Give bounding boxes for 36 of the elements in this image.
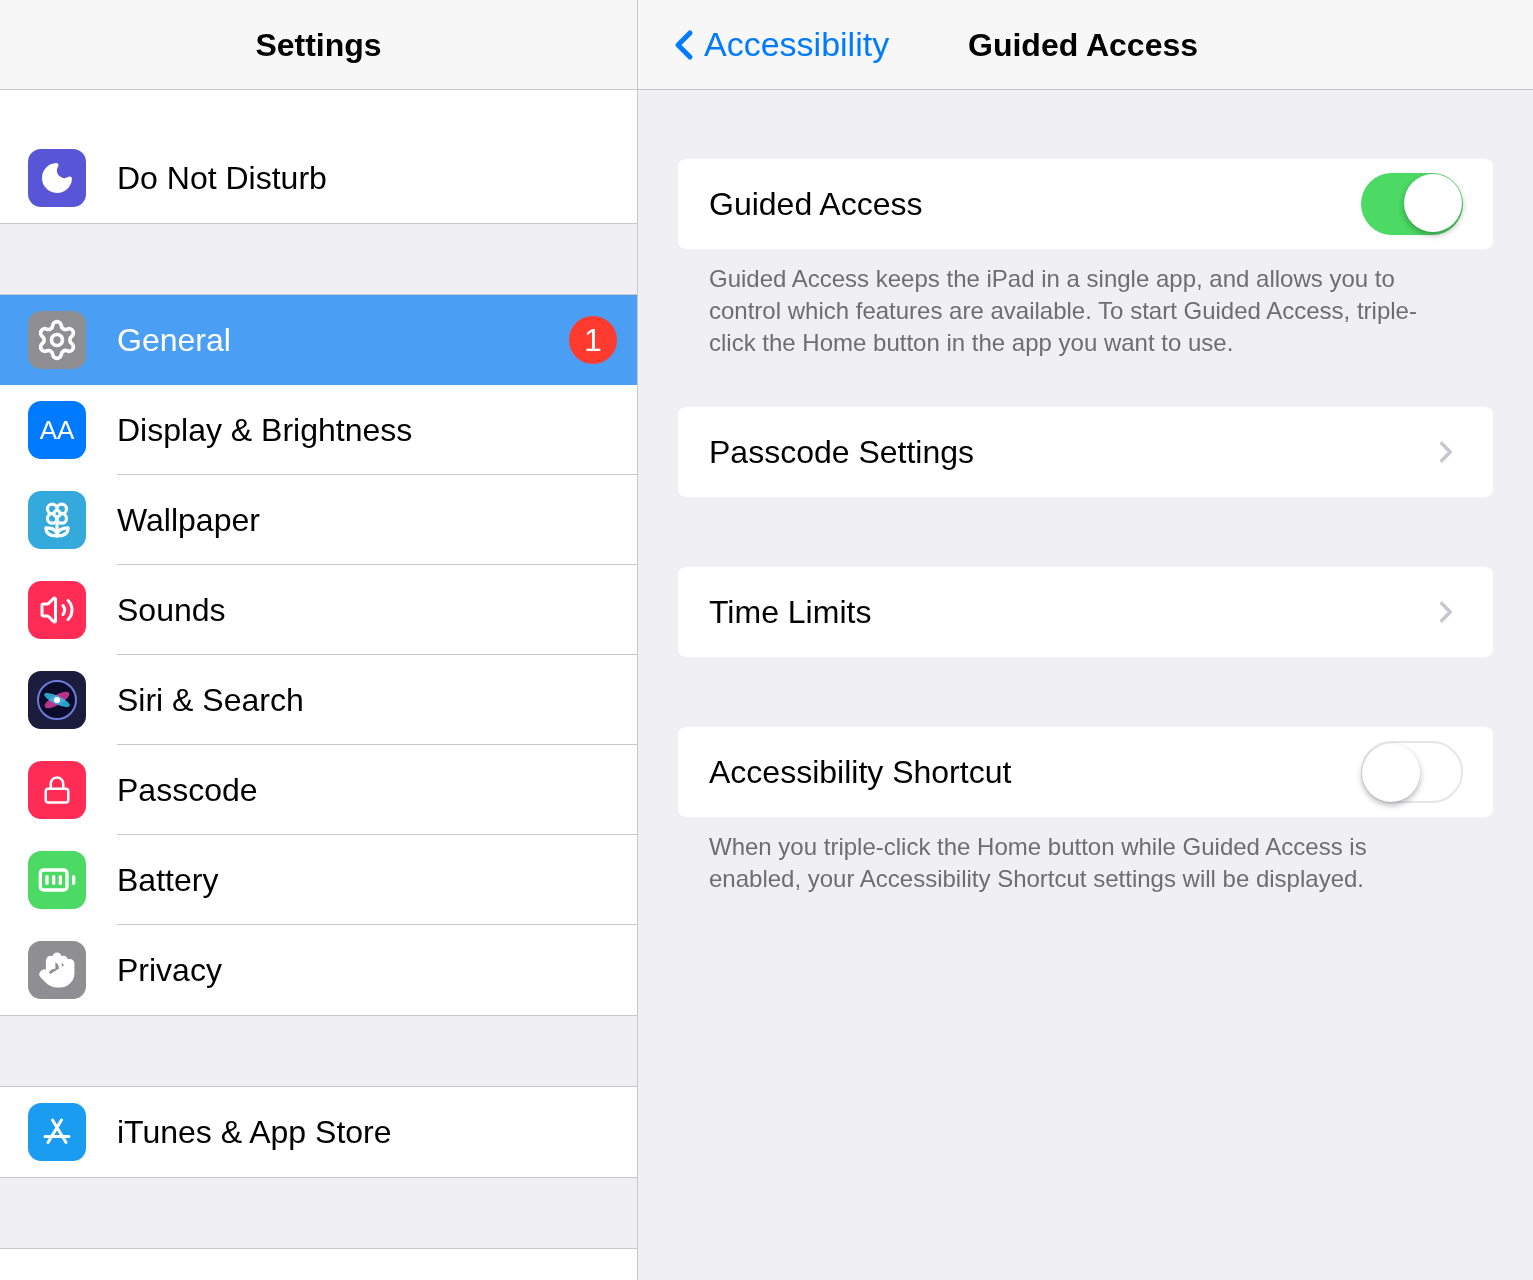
settings-card[interactable]: Time Limits <box>678 567 1493 657</box>
sidebar-title: Settings <box>255 25 382 65</box>
row-label: Passcode <box>117 770 259 810</box>
toggle-switch[interactable] <box>1361 173 1463 235</box>
settings-row[interactable]: Siri & Search <box>0 655 637 745</box>
row-label: Sounds <box>117 590 227 630</box>
settings-row[interactable]: Wallpaper <box>0 475 637 565</box>
section-footer: Guided Access keeps the iPad in a single app, and allows you to control which features are available. To start Guided Access, triple-click the Home button in the app you want to use. <box>678 249 1493 359</box>
row-label: Display & Brightness <box>117 410 414 450</box>
settings-row[interactable]: Sounds <box>0 565 637 655</box>
row-label: Privacy <box>117 951 223 990</box>
settings-card[interactable]: Accessibility Shortcut <box>678 727 1493 817</box>
row-label: iTunes & App Store <box>117 1113 393 1152</box>
settings-row[interactable]: Passcode <box>0 745 637 835</box>
settings-row[interactable]: General 1 <box>0 295 637 385</box>
text-size-icon: AA <box>28 401 86 459</box>
row-label: General <box>117 321 232 360</box>
notification-badge: 1 <box>569 316 617 364</box>
settings-row[interactable]: Battery <box>0 835 637 925</box>
settings-row[interactable]: AA Display & Brightness <box>0 385 637 475</box>
settings-row[interactable]: Privacy <box>0 925 637 1015</box>
settings-row[interactable]: iTunes & App Store <box>0 1087 637 1177</box>
settings-card[interactable]: Passcode Settings <box>678 407 1493 497</box>
row-label: Passcode Settings <box>709 433 976 472</box>
row-label: Accessibility Shortcut <box>709 753 1013 792</box>
back-button[interactable]: Accessibility <box>660 19 890 70</box>
page-title: Guided Access <box>968 25 1198 65</box>
row-label: Battery <box>117 860 220 900</box>
row-label: Do Not Disturb <box>117 159 328 198</box>
row-label: Time Limits <box>709 593 873 632</box>
settings-card[interactable]: Guided Access <box>678 159 1493 249</box>
section-footer: When you triple-click the Home button while Guided Access is enabled, your Accessibility Shortcut settings will be displayed. <box>678 817 1493 895</box>
row-label: Siri & Search <box>117 680 305 720</box>
toggle-switch[interactable] <box>1361 741 1463 803</box>
row-label: Guided Access <box>709 185 924 224</box>
row-label: Wallpaper <box>117 500 261 540</box>
